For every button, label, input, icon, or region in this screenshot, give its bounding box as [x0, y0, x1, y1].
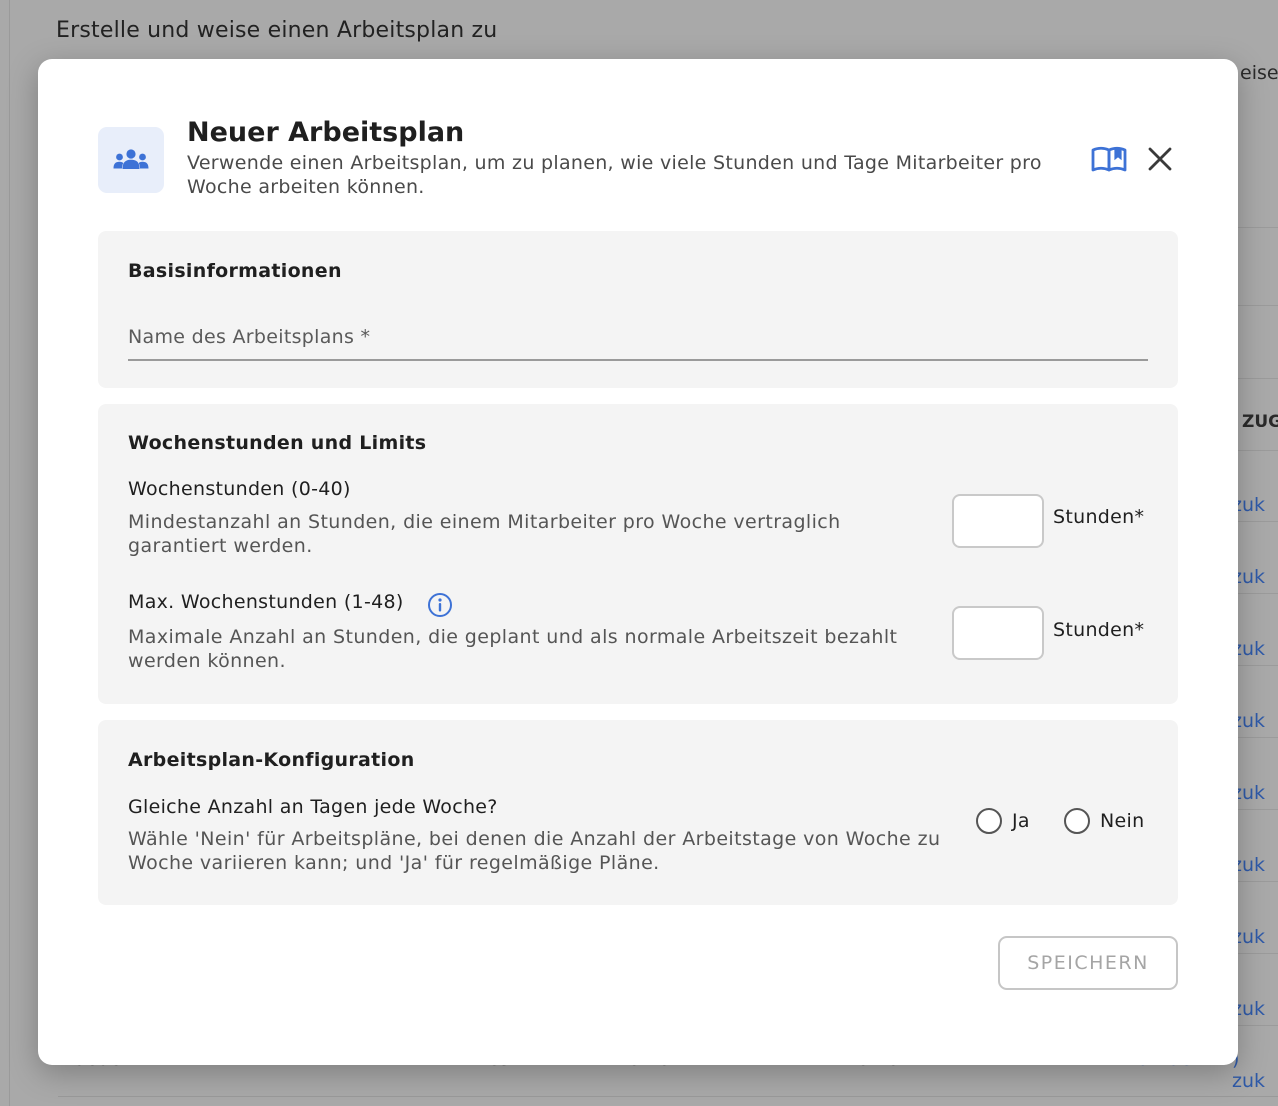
info-circle-icon[interactable]: [427, 592, 453, 618]
weekly-hours-unit: Stunden*: [1053, 506, 1145, 528]
background-row-divider: [1238, 521, 1278, 522]
background-row-link[interactable]: ) zuk: [1232, 760, 1278, 804]
basic-info-section: Basisinformationen: [98, 231, 1178, 388]
max-weekly-hours-input[interactable]: [952, 606, 1044, 660]
background-row-link[interactable]: ) zuk: [1232, 976, 1278, 1020]
background-sidebar-edge: [9, 0, 10, 1106]
schedule-name-input[interactable]: [128, 315, 1148, 361]
radio-circle-nein[interactable]: [1064, 808, 1090, 834]
max-weekly-hours-label: Max. Wochenstunden (1-48): [128, 591, 404, 613]
background-row-link[interactable]: ) zuk: [1232, 904, 1278, 948]
background-row-divider: [1238, 737, 1278, 738]
weekly-hours-title: Wochenstunden und Limits: [128, 432, 427, 454]
dialog-title: Neuer Arbeitsplan: [187, 117, 465, 148]
background-row-link[interactable]: ) zuk: [1232, 1048, 1278, 1092]
background-row-divider: [1238, 809, 1278, 810]
dialog-subtitle: Verwende einen Arbeitsplan, um zu planen…: [187, 152, 1042, 198]
background-row-divider: [1238, 1025, 1278, 1026]
weekly-hours-section: Wochenstunden und Limits Wochenstunden (…: [98, 404, 1178, 704]
close-icon[interactable]: [1146, 145, 1174, 173]
background-row-divider: [1238, 881, 1278, 882]
background-row-divider: [1238, 953, 1278, 954]
background-column-header: ZUG: [1242, 412, 1278, 432]
radio-label-nein: Nein: [1100, 810, 1145, 832]
background-row-divider: [1238, 450, 1278, 451]
same-days-question: Gleiche Anzahl an Tagen jede Woche?: [128, 796, 498, 818]
background-table-divider: [58, 1096, 1278, 1097]
background-row-link[interactable]: ) zuk: [1232, 472, 1278, 516]
background-row-divider: [1238, 227, 1278, 228]
open-book-icon[interactable]: [1090, 145, 1128, 175]
save-button[interactable]: SPEICHERN: [998, 936, 1178, 990]
radio-option-ja[interactable]: Ja: [976, 808, 1030, 834]
people-group-icon: [113, 149, 149, 169]
background-header-fragment: eise: [1240, 62, 1278, 84]
background-row-link[interactable]: ) zuk: [1232, 544, 1278, 588]
background-row-divider: [1238, 378, 1278, 379]
background-row-divider: [1238, 593, 1278, 594]
background-row-link[interactable]: ) zuk: [1232, 688, 1278, 732]
new-schedule-dialog: Neuer Arbeitsplan Verwende einen Arbeits…: [38, 59, 1238, 1065]
schedule-config-title: Arbeitsplan-Konfiguration: [128, 749, 415, 771]
background-row-divider: [1238, 305, 1278, 306]
background-row-link[interactable]: ) zuk: [1232, 832, 1278, 876]
background-row-link[interactable]: ) zuk: [1232, 616, 1278, 660]
weekly-hours-label: Wochenstunden (0-40): [128, 478, 351, 500]
schedule-config-section: Arbeitsplan-Konfiguration Gleiche Anzahl…: [98, 720, 1178, 905]
header-icon-box: [98, 127, 164, 193]
background-row-divider: [1238, 665, 1278, 666]
max-weekly-hours-unit: Stunden*: [1053, 619, 1145, 641]
radio-circle-ja[interactable]: [976, 808, 1002, 834]
weekly-hours-input[interactable]: [952, 494, 1044, 548]
max-weekly-hours-description: Maximale Anzahl an Stunden, die geplant …: [128, 626, 898, 672]
same-days-description: Wähle 'Nein' für Arbeitspläne, bei denen…: [128, 828, 941, 874]
background-page-title: Erstelle und weise einen Arbeitsplan zu: [56, 18, 498, 43]
radio-option-nein[interactable]: Nein: [1064, 808, 1144, 834]
weekly-hours-description: Mindestanzahl an Stunden, die einem Mita…: [128, 511, 841, 557]
radio-label-ja: Ja: [1012, 810, 1030, 832]
basic-info-title: Basisinformationen: [128, 260, 342, 282]
